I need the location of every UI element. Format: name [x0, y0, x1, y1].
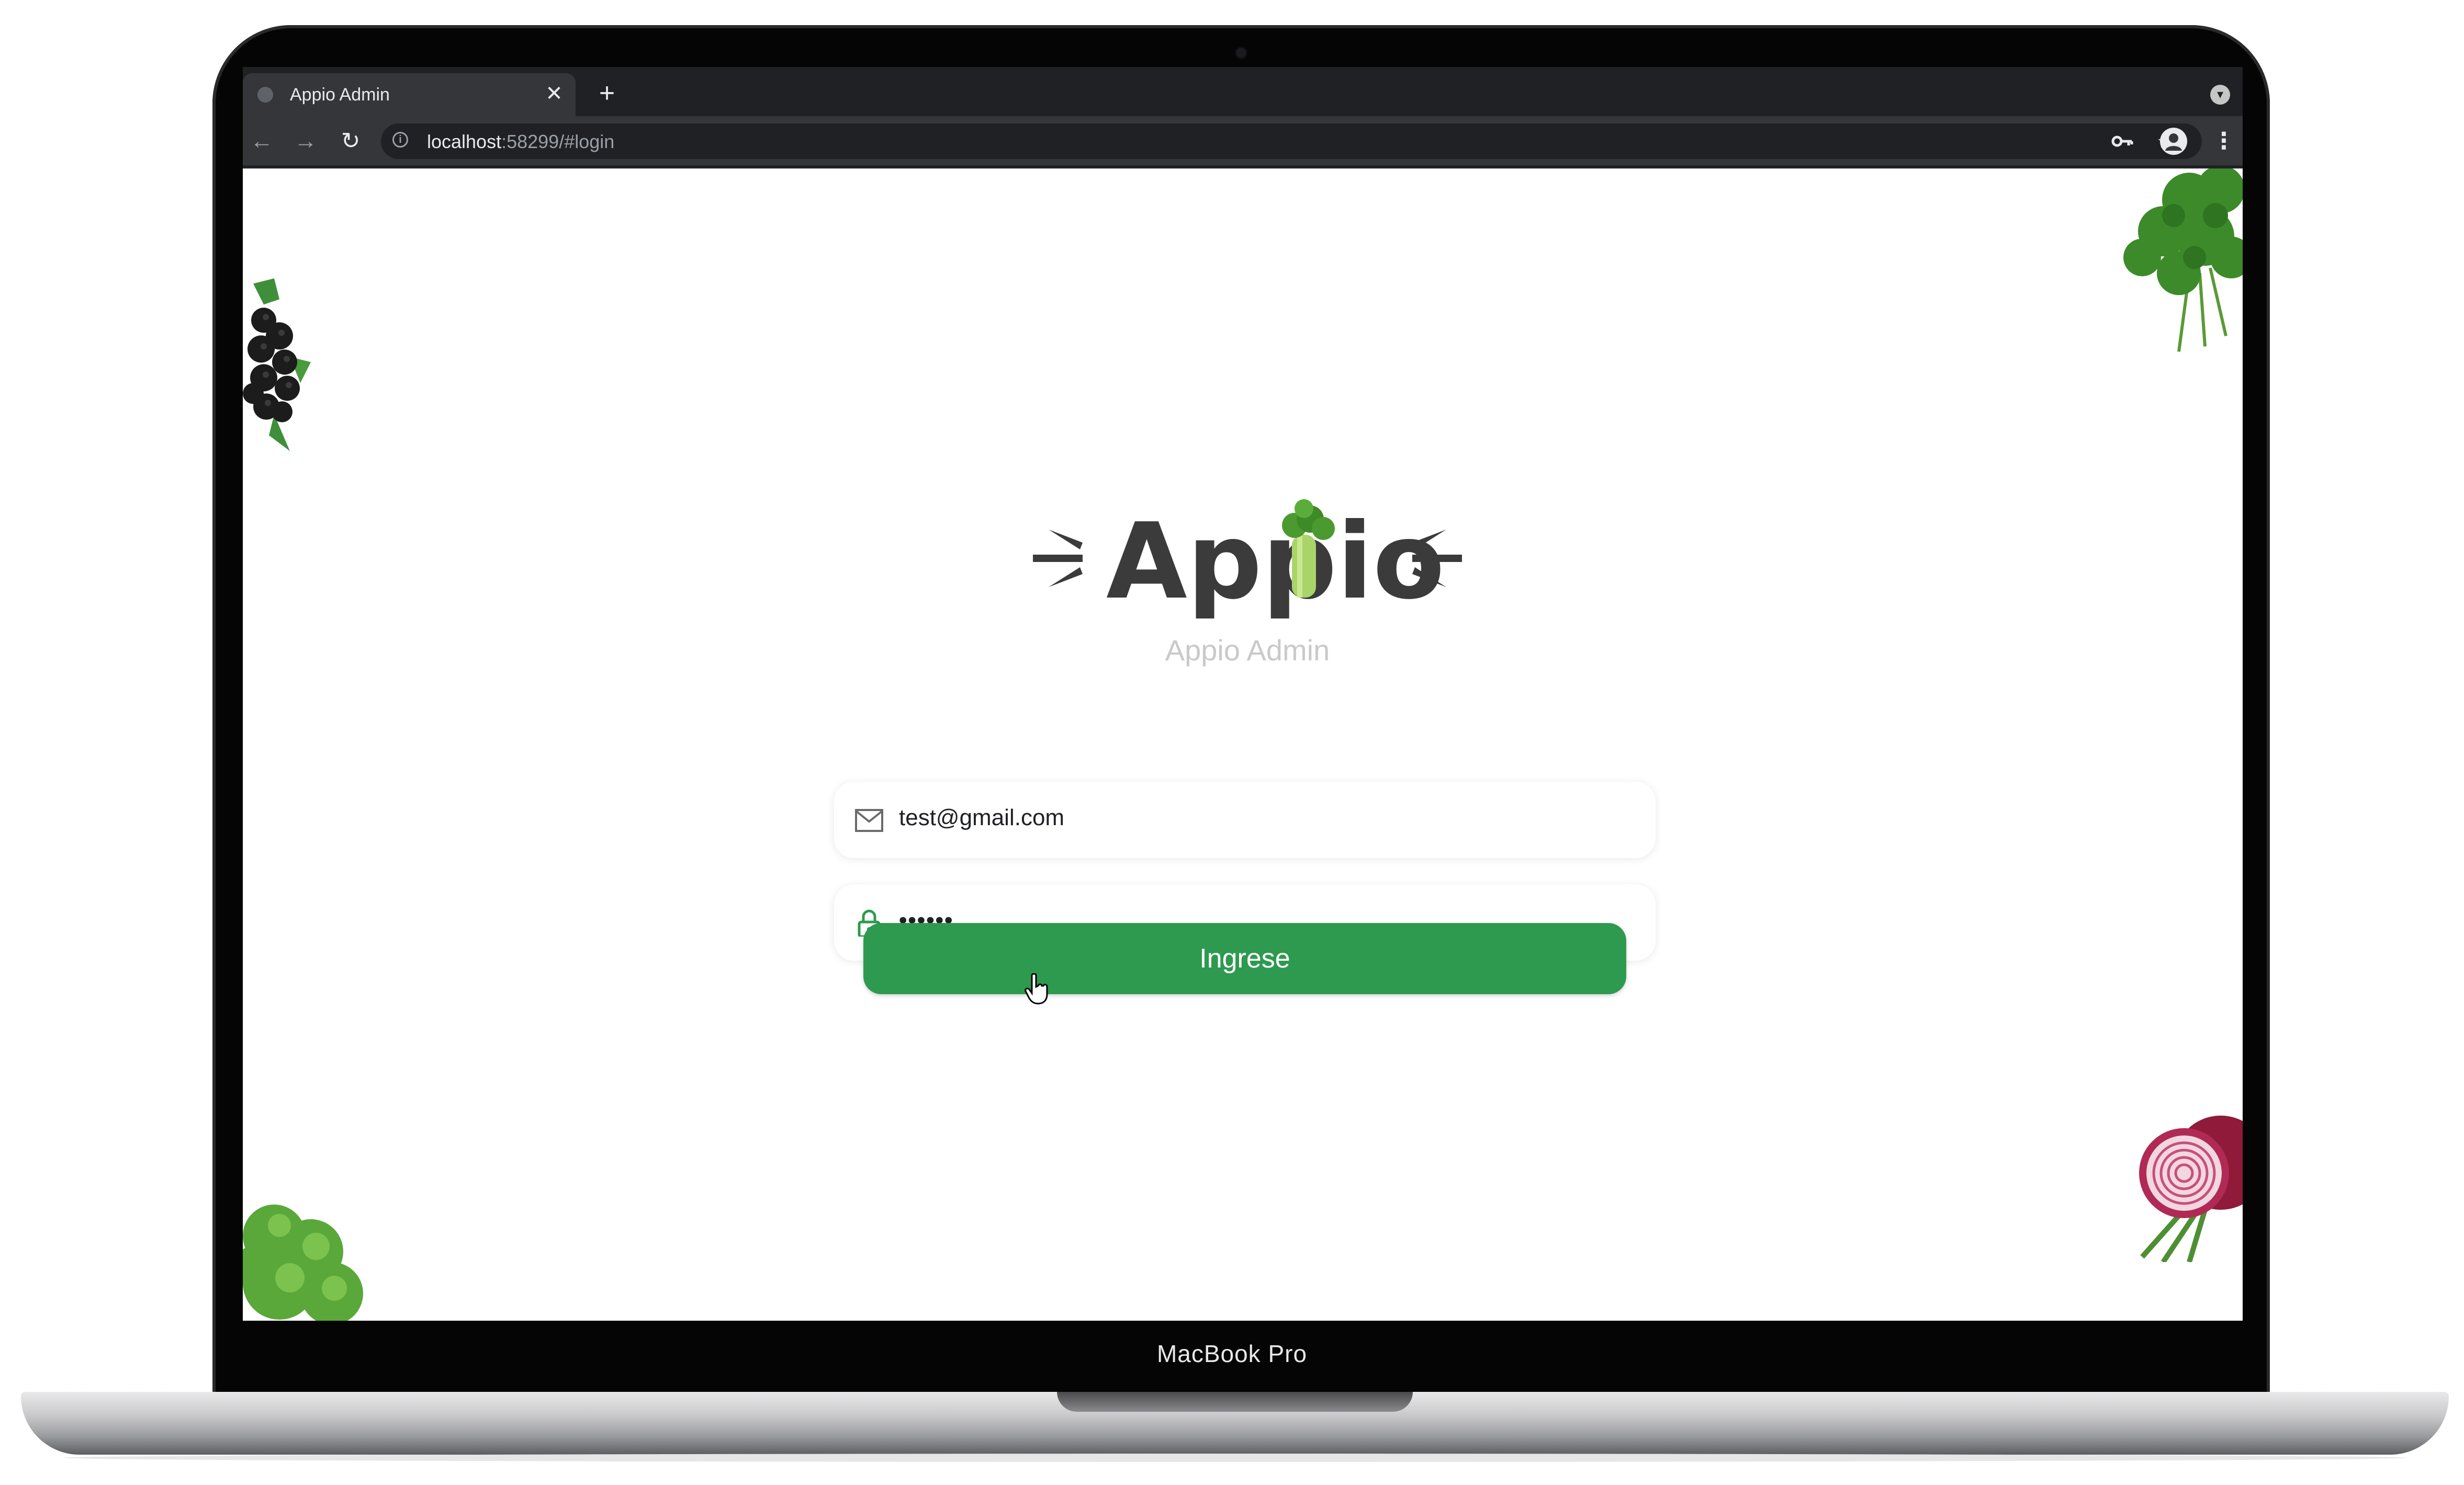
mail-icon	[855, 809, 883, 832]
onion-image	[2139, 1116, 2243, 1262]
appio-logo: Appio	[1033, 499, 1462, 618]
back-icon[interactable]: ←	[247, 127, 276, 156]
parsley-image	[2123, 168, 2243, 352]
laptop-notch	[1057, 1392, 1413, 1412]
hand-cursor-icon	[1025, 973, 1048, 1005]
browser-toolbar: ← → ↻ i localhost:58299/#login ☆ ⋮	[243, 116, 2243, 168]
camera-dot	[1236, 48, 1246, 58]
close-icon[interactable]: ✕	[541, 81, 567, 107]
tab-title: Appio Admin	[290, 85, 390, 105]
globe-icon	[257, 87, 273, 103]
lettuce-image	[243, 1205, 363, 1321]
url-text: localhost:58299/#login	[427, 131, 615, 152]
laptop-shadow	[63, 1454, 2407, 1462]
forward-icon[interactable]: →	[291, 127, 320, 156]
page-subtitle: Appio Admin	[1165, 634, 1330, 667]
browser-tab[interactable]: Appio Admin ✕	[243, 73, 576, 116]
logo-text: Appio	[1106, 501, 1445, 618]
reload-icon[interactable]: ↻	[336, 127, 365, 156]
device-label: MacBook Pro	[1156, 1340, 1308, 1367]
screen: Appio Admin ✕ + ▾ ← → ↻ i localhost:5829…	[243, 67, 2243, 1321]
email-value[interactable]: test@gmail.com	[899, 805, 1064, 831]
info-icon[interactable]: i	[392, 132, 408, 148]
profile-icon[interactable]	[2160, 128, 2187, 155]
menu-icon[interactable]: ⋮	[2212, 127, 2235, 156]
login-page: Appio Appio Admin test@gmail.com •••••• …	[243, 168, 2243, 1321]
blackberry-image	[243, 278, 311, 451]
new-tab-button[interactable]: +	[592, 78, 622, 108]
key-icon[interactable]	[2110, 129, 2135, 154]
address-bar[interactable]: i localhost:58299/#login ☆	[381, 123, 2202, 159]
tab-strip: Appio Admin ✕ + ▾	[243, 67, 2243, 116]
tab-search-icon[interactable]: ▾	[2210, 85, 2230, 105]
email-field[interactable]: test@gmail.com	[834, 782, 1656, 858]
login-button[interactable]: Ingrese	[863, 923, 1626, 994]
